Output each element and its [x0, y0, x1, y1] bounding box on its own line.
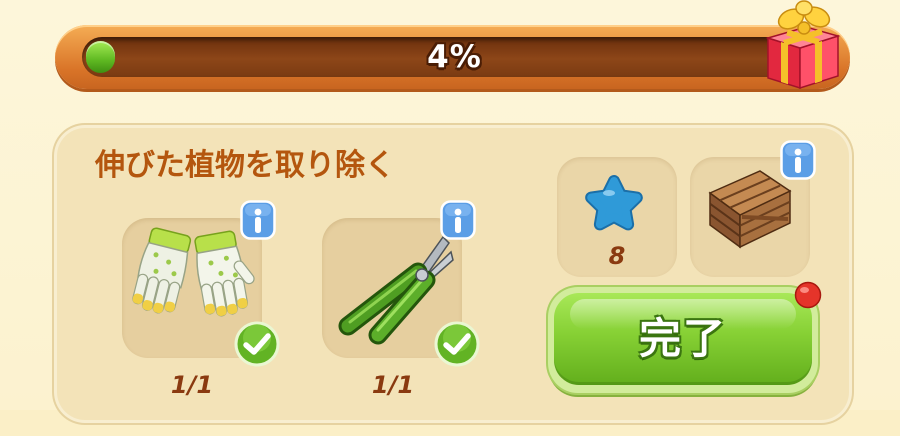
complete-button-label: 完了	[638, 314, 727, 363]
task-screen: 4% 伸びた植物を取り除く 1/1 1/1 8 完了	[0, 0, 900, 436]
requirement-count: 1/1	[371, 371, 415, 399]
requirement-count: 1/1	[170, 371, 214, 399]
check-icon	[233, 320, 281, 368]
info-icon[interactable]	[240, 200, 276, 240]
gift-box-icon[interactable]	[758, 0, 848, 92]
info-icon[interactable]	[440, 200, 476, 240]
reward-amount: 8	[608, 242, 626, 270]
progress-label: 4%	[427, 39, 482, 75]
complete-button-face: 完了	[554, 293, 812, 385]
complete-button[interactable]: 完了	[548, 287, 818, 393]
check-icon	[433, 320, 481, 368]
reward-slot-star: 8	[557, 157, 677, 277]
notification-dot	[794, 281, 822, 309]
task-title: 伸びた植物を取り除く	[95, 148, 395, 183]
info-icon[interactable]	[780, 140, 816, 180]
task-panel: 伸びた植物を取り除く 1/1 1/1 8 完了	[57, 128, 849, 420]
